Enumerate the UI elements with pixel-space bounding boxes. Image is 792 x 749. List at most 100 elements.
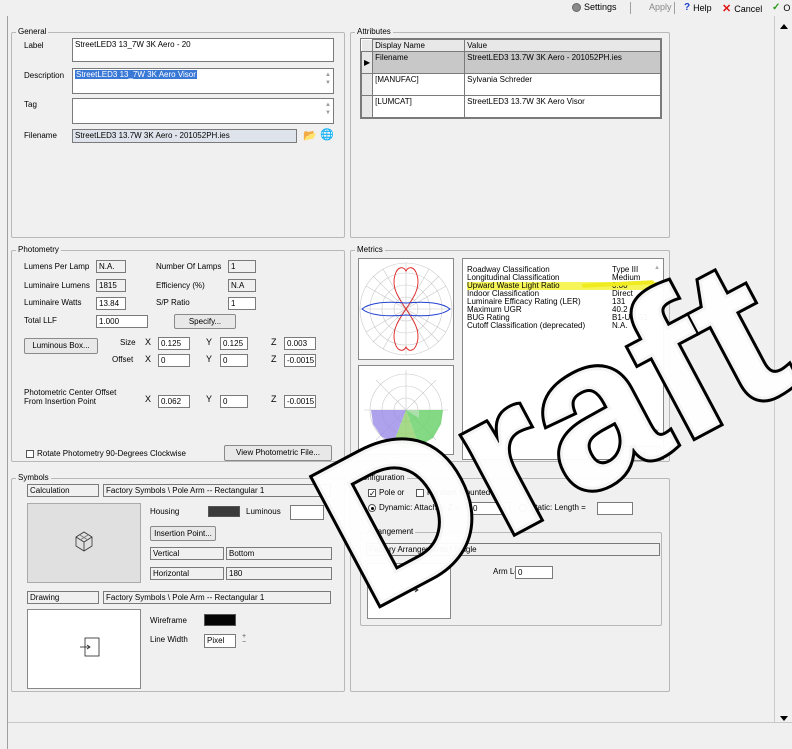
dynamic-radio[interactable]: Dynamic: Attach to Z = <box>368 503 460 512</box>
offset-y-field[interactable]: 0 <box>220 354 248 367</box>
cancel-icon: ✕ <box>722 3 732 15</box>
cancel-button[interactable]: ✕ Cancel <box>722 2 762 15</box>
efficiency-label: Efficiency (%) <box>156 281 205 290</box>
drawing-preview <box>27 609 141 689</box>
wireframe-color-swatch[interactable] <box>204 614 236 626</box>
status-bar <box>8 722 792 749</box>
luminous-color-swatch[interactable] <box>290 505 324 520</box>
help-button[interactable]: ? Help <box>684 2 712 13</box>
tag-label: Tag <box>24 100 37 109</box>
wireframe-label: Wireframe <box>150 616 187 625</box>
view-photometric-file-button[interactable]: View Photometric File... <box>224 445 332 461</box>
line-width-field[interactable]: Pixel <box>204 634 236 648</box>
description-field[interactable]: StreetLED3 13_7W 3K Aero Visor ▲ ▼ <box>72 68 334 94</box>
vertical-scrollbar[interactable] <box>774 16 792 736</box>
size-z-field[interactable]: 0.003 <box>284 337 316 350</box>
scroll-arrows-icon[interactable]: ▲ ▼ <box>325 101 331 117</box>
lumens-per-lamp-label: Lumens Per Lamp <box>24 262 90 271</box>
settings-icon <box>572 2 581 12</box>
scroll-up-icon[interactable] <box>780 24 788 29</box>
general-title: General <box>16 27 49 36</box>
stepper-down-icon[interactable]: − <box>242 639 246 646</box>
drawing-label: Drawing <box>27 591 99 604</box>
center-x-label: X <box>145 394 152 404</box>
dynamic-z-field[interactable]: 0 <box>470 502 510 515</box>
arrangement-title: Arrangement <box>365 527 416 536</box>
table-row[interactable]: [MANUFAC] Sylvania Schreder <box>360 73 661 96</box>
luminous-label: Luminous <box>246 507 281 516</box>
arrangement-preview <box>367 563 451 619</box>
checkbox-icon[interactable] <box>26 449 34 458</box>
luminaire-lumens-field[interactable]: 1815 <box>96 279 126 292</box>
scroll-down-icon[interactable]: ▼ <box>654 429 660 435</box>
offset-x-field[interactable]: 0 <box>158 354 190 367</box>
web-download-icon[interactable]: 🌐 <box>320 128 334 141</box>
drawing-symbol-field[interactable]: Factory Symbols \ Pole Arm -- Rectangula… <box>103 591 331 604</box>
line-width-stepper[interactable]: + − <box>238 633 250 648</box>
size-x-label: X <box>145 337 152 347</box>
size-label: Size <box>120 338 136 347</box>
housing-color-swatch[interactable] <box>208 506 240 517</box>
horizontal-value[interactable]: 180 <box>226 567 332 580</box>
static-length-field[interactable] <box>597 502 633 515</box>
size-z-label: Z <box>271 337 277 347</box>
arm-length-field[interactable]: 0 <box>515 566 553 579</box>
checkbox-checked-icon[interactable]: ✓ <box>368 488 376 497</box>
center-offset-x-field[interactable]: 0.062 <box>158 395 190 408</box>
column-header-value[interactable]: Value <box>464 39 661 52</box>
calculation-symbol-field[interactable]: Factory Symbols \ Pole Arm -- Rectangula… <box>103 484 331 497</box>
sp-ratio-field[interactable]: 1 <box>228 297 256 310</box>
table-row[interactable]: ▶ Filename StreetLED3 13.7W 3K Aero - 20… <box>360 51 661 74</box>
rotate-checkbox[interactable]: Rotate Photometry 90-Degrees Clockwise <box>26 449 186 458</box>
size-y-field[interactable]: 0.125 <box>220 337 248 350</box>
vertical-value[interactable]: Bottom <box>226 547 332 560</box>
photometry-title: Photometry <box>16 245 61 254</box>
radio-icon[interactable] <box>519 503 527 512</box>
scroll-arrows-icon[interactable]: ▲ ▼ <box>325 71 331 87</box>
apply-button[interactable]: Apply <box>649 2 672 12</box>
luminaire-watts-field[interactable]: 13.84 <box>96 297 126 310</box>
offset-x-label: X <box>145 354 152 364</box>
center-z-label: Z <box>271 394 277 404</box>
static-radio[interactable]: Static: Length = <box>519 503 586 512</box>
attributes-title: Attributes <box>355 27 393 36</box>
offset-label: Offset <box>112 355 134 364</box>
arrangement-field[interactable]: Factory Arrangements \ Single <box>366 543 660 556</box>
center-offset-y-field[interactable]: 0 <box>220 395 248 408</box>
column-header-name[interactable]: Display Name <box>372 39 466 52</box>
table-row[interactable]: [LUMCAT] StreetLED3 13.7W 3K Aero Visor <box>360 95 661 118</box>
more-button[interactable]: More... <box>620 446 662 461</box>
label-field[interactable]: StreetLED3 13_7W 3K Aero - 20 <box>72 38 334 62</box>
efficiency-field[interactable]: N.A <box>228 279 256 292</box>
description-label: Description <box>24 71 65 80</box>
polar-bug-plot <box>358 365 454 455</box>
center-offset-z-field[interactable]: -0.0015 <box>284 395 316 408</box>
ok-button[interactable]: ✓ O <box>772 2 790 13</box>
checkbox-icon[interactable] <box>416 488 424 497</box>
insertion-point-button[interactable]: Insertion Point... <box>150 526 216 541</box>
polar-candela-plot <box>358 258 454 360</box>
tag-field[interactable]: ▲ ▼ <box>72 98 334 124</box>
open-folder-icon[interactable]: 📂 <box>303 129 317 142</box>
number-of-lamps-field[interactable]: 1 <box>228 260 256 273</box>
lumens-per-lamp-field[interactable]: N.A. <box>96 260 126 273</box>
pole-checkbox[interactable]: ✓ Pole or <box>368 488 404 497</box>
symbols-title: Symbols <box>16 473 51 482</box>
metrics-title: Metrics <box>355 245 385 254</box>
offset-z-field[interactable]: -0.0015 <box>284 354 316 367</box>
size-x-field[interactable]: 0.125 <box>158 337 190 350</box>
center-offset-label-line2: From Insertion Point <box>24 397 97 406</box>
luminous-box-button[interactable]: Luminous Box... <box>24 338 98 354</box>
total-llf-field[interactable]: 1.000 <box>96 315 148 328</box>
offset-z-label: Z <box>271 354 277 364</box>
radio-selected-icon[interactable] <box>368 503 376 512</box>
check-icon: ✓ <box>772 2 781 13</box>
scroll-up-icon[interactable]: ▲ <box>654 265 660 271</box>
pendant-checkbox[interactable]: Pendant Mounted <box>416 488 490 497</box>
filename-field[interactable]: StreetLED3 13.7W 3K Aero - 201052PH.ies <box>72 129 297 143</box>
toolbar: Settings Apply ? Help ✕ Cancel ✓ O <box>0 0 792 16</box>
settings-button[interactable]: Settings <box>572 2 617 12</box>
configuration-title: Configuration <box>355 473 407 482</box>
scroll-down-icon[interactable] <box>780 716 788 721</box>
specify-button[interactable]: Specify... <box>174 314 236 329</box>
